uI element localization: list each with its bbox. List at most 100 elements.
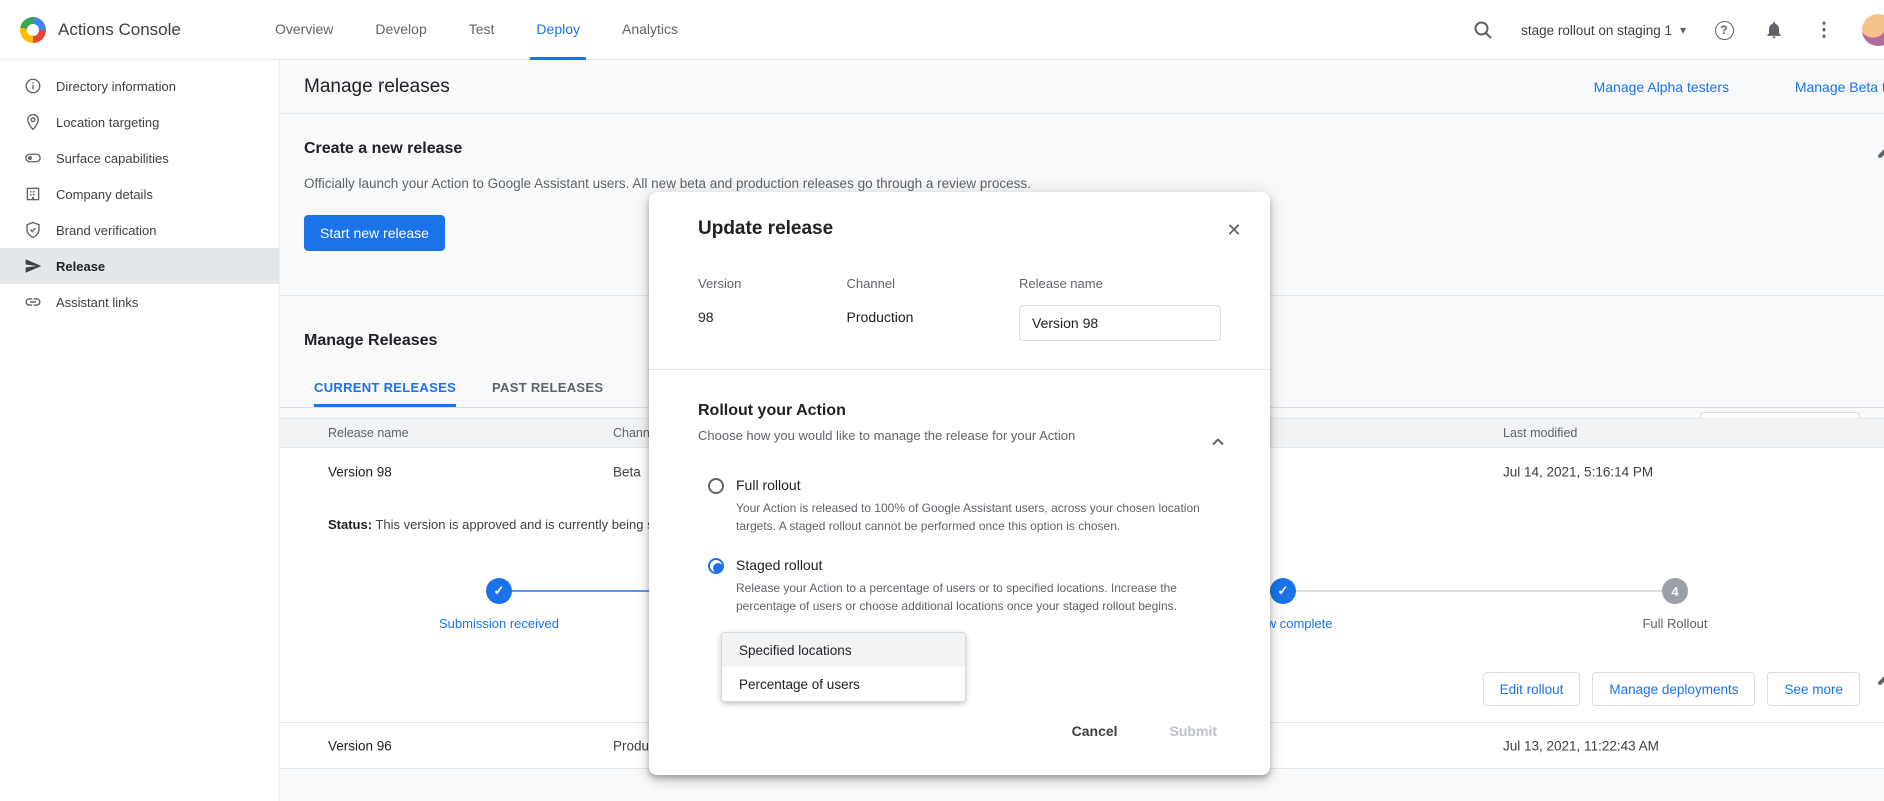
channel-cell: Beta [613, 464, 641, 479]
close-icon[interactable]: ✕ [1220, 216, 1248, 244]
rollout-type-menu: Specified locations Percentage of users [721, 632, 966, 702]
rollout-section: Rollout your Action Choose how you would… [649, 402, 1270, 615]
release-fields: Version 98 Channel Production Release na… [698, 276, 1221, 341]
radio-full-rollout[interactable]: Full rollout Your Action is released to … [698, 477, 1221, 535]
manage-beta-testers-link[interactable]: Manage Beta testers [1795, 79, 1884, 95]
avatar[interactable] [1862, 14, 1884, 46]
sidebar: Directory information Location targeting… [0, 60, 280, 801]
link-icon [24, 293, 42, 311]
sidebar-label: Brand verification [56, 223, 156, 238]
menu-item-percentage-of-users[interactable]: Percentage of users [722, 667, 965, 701]
sidebar-item-company-details[interactable]: Company details [0, 176, 279, 212]
page-title: Manage releases [304, 76, 450, 98]
more-options-icon[interactable]: ⋮ [1812, 18, 1836, 42]
channel-value: Production [847, 309, 1019, 325]
sidebar-item-location-targeting[interactable]: Location targeting [0, 104, 279, 140]
column-release-name: Release name [328, 426, 409, 440]
create-release-description: Officially launch your Action to Google … [304, 176, 1204, 191]
stepper-line-pending [1296, 590, 1662, 592]
edit-icon[interactable] [1876, 142, 1884, 160]
chevron-up-icon[interactable] [1204, 428, 1232, 456]
last-modified-cell: Jul 13, 2021, 11:22:43 AM [1503, 738, 1659, 753]
update-release-dialog: Update release ✕ Version 98 Channel Prod… [649, 192, 1270, 775]
manage-deployments-button[interactable]: Manage deployments [1592, 672, 1755, 706]
release-name-cell: Version 96 [328, 738, 392, 753]
manage-alpha-testers-link[interactable]: Manage Alpha testers [1594, 79, 1729, 95]
sidebar-label: Release [56, 259, 105, 274]
help-icon[interactable]: ? [1712, 18, 1736, 42]
last-modified-cell: Jul 14, 2021, 5:16:14 PM [1503, 464, 1653, 479]
radio-label: Full rollout [736, 477, 1206, 493]
tab-current-releases[interactable]: CURRENT RELEASES [314, 380, 456, 407]
column-last-modified: Last modified [1503, 426, 1577, 440]
brand: Actions Console [20, 0, 181, 60]
sidebar-label: Surface capabilities [56, 151, 169, 166]
cancel-button[interactable]: Cancel [1068, 713, 1122, 749]
radio-description: Your Action is released to 100% of Googl… [736, 499, 1206, 535]
sidebar-label: Assistant links [56, 295, 138, 310]
nav-tab-test[interactable]: Test [467, 0, 497, 60]
project-selector-label: stage rollout on staging 1 [1521, 23, 1672, 38]
version-label: Version [698, 276, 847, 291]
page-header: Manage releases Manage Alpha testers Man… [280, 60, 1884, 114]
step-label-submission-received: Submission received [389, 616, 609, 631]
radio-label: Staged rollout [736, 557, 1206, 573]
sidebar-item-directory-information[interactable]: Directory information [0, 68, 279, 104]
app-title: Actions Console [58, 20, 181, 40]
version-value: 98 [698, 309, 847, 325]
see-more-button[interactable]: See more [1767, 672, 1860, 706]
project-selector[interactable]: stage rollout on staging 1 ▾ [1521, 23, 1686, 38]
channel-label: Channel [847, 276, 1019, 291]
actions-console-app: Actions Console Overview Develop Test De… [0, 0, 1884, 801]
menu-item-specified-locations[interactable]: Specified locations [722, 633, 965, 667]
header-actions: stage rollout on staging 1 ▾ ? ⋮ [1471, 0, 1884, 60]
step-label-full-rollout: Full Rollout [1565, 616, 1785, 631]
search-icon[interactable] [1471, 18, 1495, 42]
release-name-cell: Version 98 [328, 464, 392, 479]
step-check-icon: ✓ [1270, 578, 1296, 604]
rollout-subtitle: Choose how you would like to manage the … [698, 428, 1221, 443]
release-name-label: Release name [1019, 276, 1221, 291]
sidebar-item-surface-capabilities[interactable]: Surface capabilities [0, 140, 279, 176]
sidebar-label: Directory information [56, 79, 176, 94]
radio-staged-rollout[interactable]: Staged rollout Release your Action to a … [698, 557, 1221, 615]
radio-unselected-icon [708, 478, 724, 494]
shield-check-icon [24, 221, 42, 239]
release-icon [24, 257, 42, 275]
edit-rollout-button[interactable]: Edit rollout [1483, 672, 1581, 706]
create-release-title: Create a new release [304, 114, 1860, 158]
step-number-badge: 4 [1662, 578, 1688, 604]
nav-tab-deploy[interactable]: Deploy [534, 0, 582, 60]
sidebar-item-release[interactable]: Release [0, 248, 279, 284]
dialog-title: Update release [698, 218, 1221, 240]
top-header: Actions Console Overview Develop Test De… [0, 0, 1884, 60]
nav-tab-overview[interactable]: Overview [273, 0, 335, 60]
start-new-release-button[interactable]: Start new release [304, 215, 445, 251]
actions-on-google-logo-icon [20, 17, 46, 43]
nav-tab-develop[interactable]: Develop [373, 0, 428, 60]
release-name-input[interactable] [1019, 305, 1221, 341]
chevron-down-icon: ▾ [1680, 23, 1686, 37]
help-glyph: ? [1720, 23, 1727, 37]
sidebar-item-assistant-links[interactable]: Assistant links [0, 284, 279, 320]
step-check-icon: ✓ [486, 578, 512, 604]
sidebar-label: Company details [56, 187, 153, 202]
dialog-divider [649, 369, 1270, 370]
location-pin-icon [24, 113, 42, 131]
sidebar-item-brand-verification[interactable]: Brand verification [0, 212, 279, 248]
notifications-icon[interactable] [1762, 18, 1786, 42]
status-label: Status: [328, 517, 372, 532]
sidebar-label: Location targeting [56, 115, 159, 130]
edit-icon[interactable] [1876, 669, 1884, 687]
toggle-icon [24, 149, 42, 167]
radio-selected-icon [708, 558, 724, 574]
dialog-footer: Cancel Submit [649, 713, 1270, 775]
tab-past-releases[interactable]: PAST RELEASES [492, 380, 603, 407]
nav-tab-analytics[interactable]: Analytics [620, 0, 680, 60]
info-icon [24, 77, 42, 95]
main-nav: Overview Develop Test Deploy Analytics [273, 0, 718, 60]
rollout-title: Rollout your Action [698, 402, 1221, 420]
building-icon [24, 185, 42, 203]
radio-description: Release your Action to a percentage of u… [736, 579, 1206, 615]
submit-button[interactable]: Submit [1166, 713, 1221, 749]
